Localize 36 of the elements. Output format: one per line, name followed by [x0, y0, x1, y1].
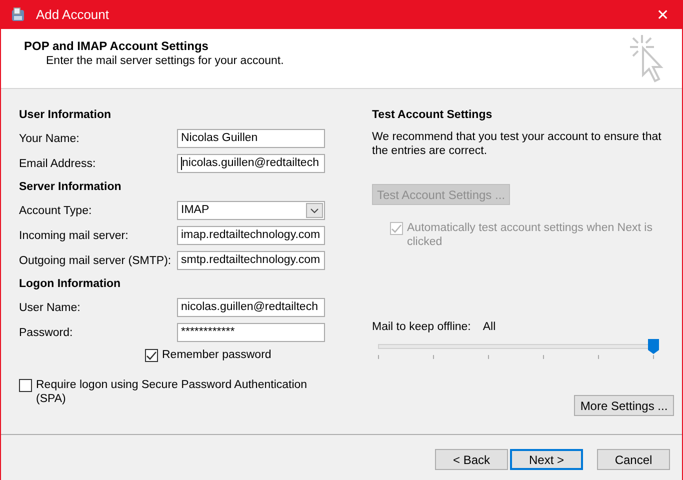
slider-label: Mail to keep offline:	[372, 321, 471, 333]
input-field[interactable]: nicolas.guillen@redtailtech	[177, 298, 325, 317]
input-field[interactable]: nicolas.guillen@redtailtech	[177, 154, 325, 173]
checkbox-label: Remember password	[162, 348, 272, 362]
field-label: Your Name:	[19, 132, 80, 144]
dialog-button[interactable]: < Back	[435, 449, 508, 470]
input-field[interactable]: ************	[177, 323, 325, 342]
field-label: Incoming mail server:	[19, 230, 130, 242]
section-heading: Logon Information	[19, 277, 122, 292]
section-heading: Server Information	[19, 180, 122, 195]
section-heading: Test Account Settings	[372, 108, 494, 123]
field-label: Password:	[19, 326, 74, 338]
dialog-button[interactable]: Cancel	[597, 449, 670, 470]
section-heading: User Information	[19, 108, 112, 123]
field-label: Email Address:	[19, 158, 97, 170]
dialog-button[interactable]: Next >	[510, 449, 583, 470]
slider-value: All	[482, 321, 496, 333]
field-label: Account Type:	[19, 204, 93, 216]
page-subtitle: Enter the mail server settings for your account.	[46, 55, 284, 67]
app-icon	[10, 6, 26, 22]
window-title: Add Account	[36, 7, 110, 22]
close-button[interactable]: ✕	[643, 6, 682, 24]
more-settings-button[interactable]: More Settings ...	[574, 395, 674, 416]
field-label: User Name:	[19, 302, 82, 314]
field-label: Outgoing mail server (SMTP):	[19, 254, 172, 266]
dropdown[interactable]: IMAP	[177, 201, 325, 220]
input-field[interactable]: smtp.redtailtechnology.com	[177, 251, 325, 270]
checkbox[interactable]	[145, 349, 158, 362]
description-text: We recommend that you test your account to ensure that the entries are correct.	[372, 130, 662, 158]
input-field[interactable]: imap.redtailtechnology.com	[177, 226, 325, 245]
page-title: POP and IMAP Account Settings	[24, 39, 210, 53]
checkbox-label: Automatically test account settings when Next is clicked	[407, 221, 654, 249]
checkbox[interactable]	[19, 379, 32, 392]
checkbox-label: Require logon using Secure Password Authentication (SPA)	[36, 378, 308, 406]
slider-thumb[interactable]	[648, 339, 659, 354]
input-field[interactable]: Nicolas Guillen	[177, 129, 325, 148]
